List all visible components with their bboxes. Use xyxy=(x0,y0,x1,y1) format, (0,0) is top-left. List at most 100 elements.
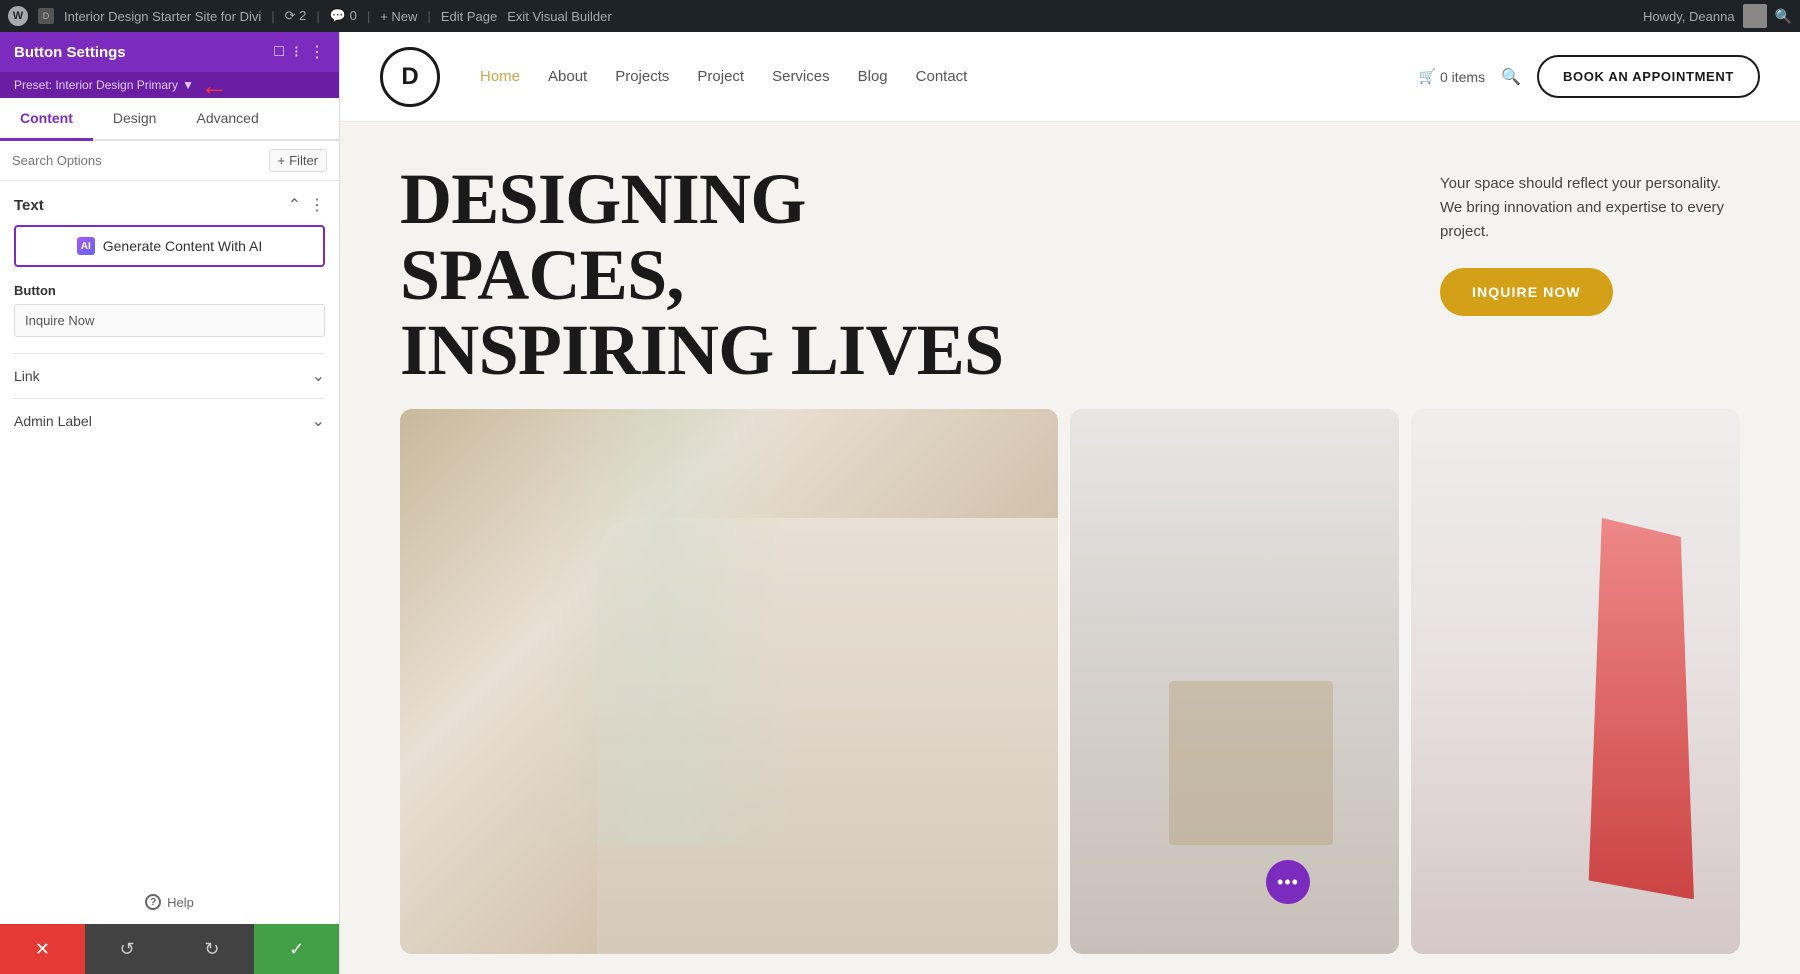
preset-label[interactable]: Preset: Interior Design Primary xyxy=(14,78,178,92)
text-section-title: Text xyxy=(14,197,44,214)
text-section-header: Text ⌃ ⋮ xyxy=(14,195,325,215)
panel-tabs: Content Design Advanced xyxy=(0,98,339,141)
site-name[interactable]: Interior Design Starter Site for Divi xyxy=(64,9,261,24)
tab-design[interactable]: Design xyxy=(93,98,177,141)
tab-content[interactable]: Content xyxy=(0,98,93,141)
book-appointment-button[interactable]: BOOK AN APPOINTMENT xyxy=(1537,55,1760,98)
ai-generate-button[interactable]: AI Generate Content With AI xyxy=(14,225,325,267)
sep2: | xyxy=(316,9,319,24)
tab-advanced[interactable]: Advanced xyxy=(176,98,278,141)
grid-icon[interactable]: ⁝ xyxy=(294,42,299,62)
site-icon: D xyxy=(38,8,54,24)
save-button[interactable]: ✓ xyxy=(254,924,339,974)
preset-chevron[interactable]: ▼ xyxy=(182,78,194,92)
hero-description: Your space should reflect your personali… xyxy=(1440,172,1740,244)
interior-image-2 xyxy=(1070,409,1399,954)
more-icon[interactable]: ⋮ xyxy=(309,42,325,62)
button-text-input[interactable] xyxy=(14,304,325,337)
gallery-image-1 xyxy=(400,409,1058,954)
panel-title: Button Settings xyxy=(14,44,126,61)
admin-label-chevron-icon[interactable]: ⌄ xyxy=(312,411,325,431)
admin-search-icon[interactable]: 🔍 xyxy=(1775,8,1792,25)
search-input[interactable] xyxy=(12,153,261,168)
comments-count[interactable]: 💬 0 xyxy=(330,8,357,24)
nav-services[interactable]: Services xyxy=(772,68,830,85)
panel-header: Button Settings □ ⁝ ⋮ xyxy=(0,32,339,72)
cart-count: 0 items xyxy=(1440,69,1485,85)
howdy-user: Howdy, Deanna xyxy=(1643,9,1735,24)
undo-button[interactable]: ↺ xyxy=(85,924,170,974)
admin-label-section: Admin Label ⌄ xyxy=(14,398,325,443)
hero-top: DESIGNING SPACES, INSPIRING LIVES Your s… xyxy=(340,122,1800,409)
sep4: | xyxy=(427,9,430,24)
admin-bar-right: Howdy, Deanna 🔍 xyxy=(1643,4,1792,28)
site-menu-right: 🛒 0 items 🔍 BOOK AN APPOINTMENT xyxy=(1419,55,1760,98)
left-panel: Button Settings □ ⁝ ⋮ Preset: Interior D… xyxy=(0,32,340,974)
gallery-image-2 xyxy=(1070,409,1399,954)
redo-button[interactable]: ↻ xyxy=(170,924,255,974)
nav-projects[interactable]: Projects xyxy=(615,68,669,85)
hero-text: DESIGNING SPACES, INSPIRING LIVES xyxy=(400,162,1400,389)
hero-heading: DESIGNING SPACES, INSPIRING LIVES xyxy=(400,162,1400,389)
site-menu: Home About Projects Project Services Blo… xyxy=(480,68,1419,85)
revisions-count[interactable]: ⟳ 2 xyxy=(285,8,307,24)
nav-contact[interactable]: Contact xyxy=(916,68,968,85)
cancel-button[interactable]: ✕ xyxy=(0,924,85,974)
panel-header-icons: □ ⁝ ⋮ xyxy=(274,42,325,62)
panel-content: Text ⌃ ⋮ AI Generate Content With AI But… xyxy=(0,181,339,880)
floating-dots-button[interactable]: ••• xyxy=(1266,860,1310,904)
help-section: ? Help xyxy=(0,880,339,924)
admin-label-section-header[interactable]: Admin Label ⌄ xyxy=(14,411,325,431)
nav-search-icon[interactable]: 🔍 xyxy=(1501,67,1521,87)
filter-button[interactable]: + Filter xyxy=(269,149,327,172)
new-link[interactable]: + New xyxy=(380,9,417,24)
admin-bar-left: W D Interior Design Starter Site for Div… xyxy=(8,6,1631,26)
sep3: | xyxy=(367,9,370,24)
nav-about[interactable]: About xyxy=(548,68,587,85)
cart-area[interactable]: 🛒 0 items xyxy=(1419,68,1486,85)
link-section-header[interactable]: Link ⌄ xyxy=(14,366,325,386)
hero-right: Your space should reflect your personali… xyxy=(1440,162,1740,389)
exit-builder-link[interactable]: Exit Visual Builder xyxy=(507,9,612,24)
nav-project[interactable]: Project xyxy=(697,68,744,85)
help-label[interactable]: Help xyxy=(167,895,194,910)
copy-icon[interactable]: □ xyxy=(274,43,284,61)
bottom-action-bar: ✕ ↺ ↻ ✓ xyxy=(0,924,339,974)
site-logo: D xyxy=(380,47,440,107)
interior-image-3 xyxy=(1411,409,1740,954)
search-bar: + Filter xyxy=(0,141,339,181)
hero-heading-line2: SPACES, xyxy=(400,238,1400,314)
admin-label-section-title: Admin Label xyxy=(14,413,92,429)
link-chevron-icon[interactable]: ⌄ xyxy=(312,366,325,386)
hero-heading-line3: INSPIRING LIVES xyxy=(400,313,1400,389)
filter-label: Filter xyxy=(289,153,318,168)
text-collapse-icon[interactable]: ⌃ xyxy=(288,195,301,215)
plus-icon: + xyxy=(278,153,286,168)
gallery-image-3 xyxy=(1411,409,1740,954)
website-preview: D Home About Projects Project Services B… xyxy=(340,32,1800,974)
link-section: Link ⌄ xyxy=(14,353,325,398)
user-avatar xyxy=(1743,4,1767,28)
panel-preset: Preset: Interior Design Primary ▼ xyxy=(0,72,339,98)
ai-icon: AI xyxy=(77,237,95,255)
edit-page-link[interactable]: Edit Page xyxy=(441,9,497,24)
admin-bar: W D Interior Design Starter Site for Div… xyxy=(0,0,1800,32)
text-section-icons: ⌃ ⋮ xyxy=(288,195,325,215)
nav-home[interactable]: Home xyxy=(480,68,520,85)
nav-blog[interactable]: Blog xyxy=(858,68,888,85)
main-area: Button Settings □ ⁝ ⋮ Preset: Interior D… xyxy=(0,32,1800,974)
cart-icon: 🛒 xyxy=(1419,68,1436,85)
ai-button-label: Generate Content With AI xyxy=(103,238,263,254)
help-icon: ? xyxy=(145,894,161,910)
button-field-label: Button xyxy=(14,283,325,298)
hero-heading-line1: DESIGNING xyxy=(400,162,1400,238)
wp-logo-icon[interactable]: W xyxy=(8,6,28,26)
interior-image-1 xyxy=(400,409,1058,954)
inquire-now-button[interactable]: INQUIRE NOW xyxy=(1440,268,1613,316)
link-section-title: Link xyxy=(14,368,40,384)
text-dots-icon[interactable]: ⋮ xyxy=(309,195,325,215)
hero-section: DESIGNING SPACES, INSPIRING LIVES Your s… xyxy=(340,122,1800,974)
sep1: | xyxy=(271,9,274,24)
gallery-row xyxy=(340,409,1800,974)
site-nav: D Home About Projects Project Services B… xyxy=(340,32,1800,122)
